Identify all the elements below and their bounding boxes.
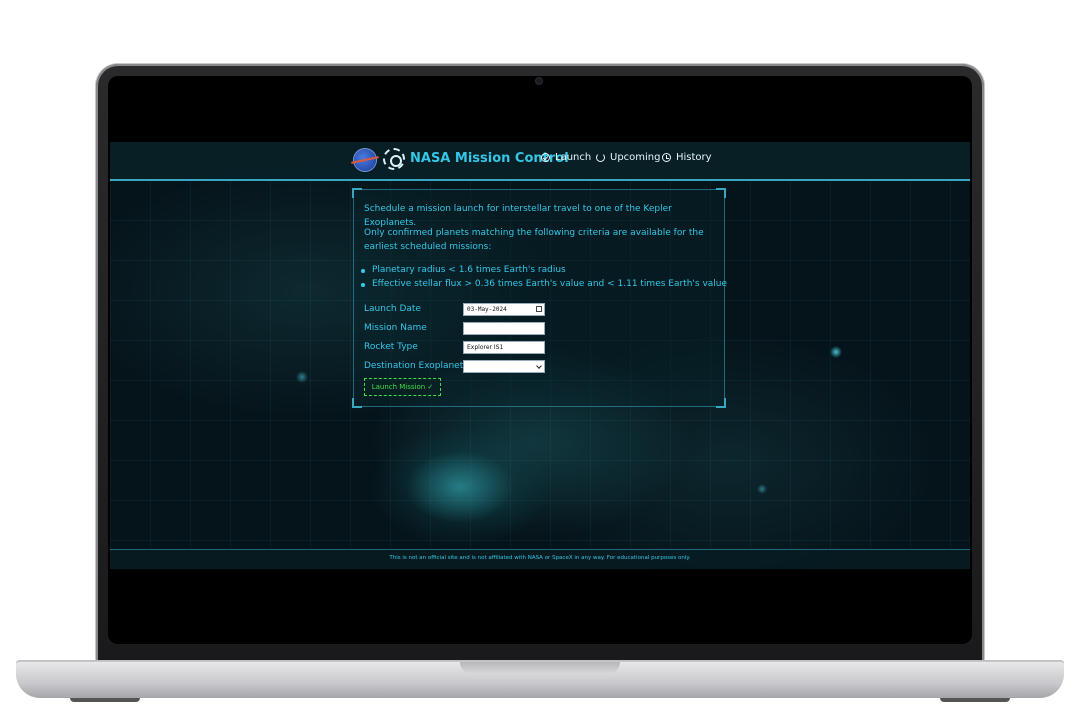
nav-launch[interactable]: Launch <box>541 152 591 163</box>
launch-mission-button[interactable]: Launch Mission ✓ <box>364 378 441 396</box>
rocket-type-input[interactable]: Explorer IS1 <box>463 341 545 354</box>
criteria-item: Planetary radius < 1.6 times Earth's rad… <box>361 265 566 275</box>
destination-label: Destination Exoplanet <box>364 361 464 371</box>
camera-icon <box>536 78 542 84</box>
nav-history[interactable]: History <box>662 152 712 163</box>
panel-corner <box>716 398 726 408</box>
launch-date-label: Launch Date <box>364 304 421 314</box>
footer-disclaimer: This is not an official site and is not … <box>389 555 691 561</box>
refresh-icon <box>596 153 605 162</box>
criteria-item: Effective stellar flux > 0.36 times Eart… <box>360 279 728 289</box>
laptop-foot <box>70 698 140 702</box>
launch-date-value: 03-May-2024 <box>467 306 507 313</box>
panel-corner <box>352 188 362 198</box>
nav-launch-label: Launch <box>555 152 592 163</box>
destination-select[interactable] <box>463 360 545 373</box>
nasa-logo-icon[interactable] <box>354 149 376 171</box>
mission-control-icon <box>383 148 405 170</box>
panel-corner <box>716 188 726 198</box>
panel-corner <box>352 398 362 408</box>
screen-bottom-area <box>110 569 970 632</box>
rocket-type-label: Rocket Type <box>364 342 418 352</box>
nav-upcoming-label: Upcoming <box>610 152 661 163</box>
laptop-foot <box>940 698 1010 702</box>
nav-upcoming[interactable]: Upcoming <box>596 152 661 163</box>
laptop-thumb-notch <box>460 662 620 674</box>
app-screen: NASA Mission Control Launch Upcoming His… <box>110 142 970 632</box>
mission-name-input[interactable] <box>463 322 545 335</box>
top-nav-bar: NASA Mission Control Launch Upcoming His… <box>110 142 970 181</box>
chevron-down-icon <box>536 363 542 369</box>
mission-name-label: Mission Name <box>364 323 427 333</box>
launch-form-panel: Schedule a mission launch for interstell… <box>352 188 728 408</box>
check-circle-icon <box>541 153 550 162</box>
rocket-type-value: Explorer IS1 <box>467 344 504 351</box>
launch-date-input[interactable]: 03-May-2024 <box>463 303 545 316</box>
footer-bar: This is not an official site and is not … <box>110 549 970 570</box>
calendar-icon[interactable] <box>536 306 542 312</box>
nav-history-label: History <box>676 152 712 163</box>
criteria-intro-text: Only confirmed planets matching the foll… <box>364 228 704 252</box>
history-icon <box>662 153 671 162</box>
